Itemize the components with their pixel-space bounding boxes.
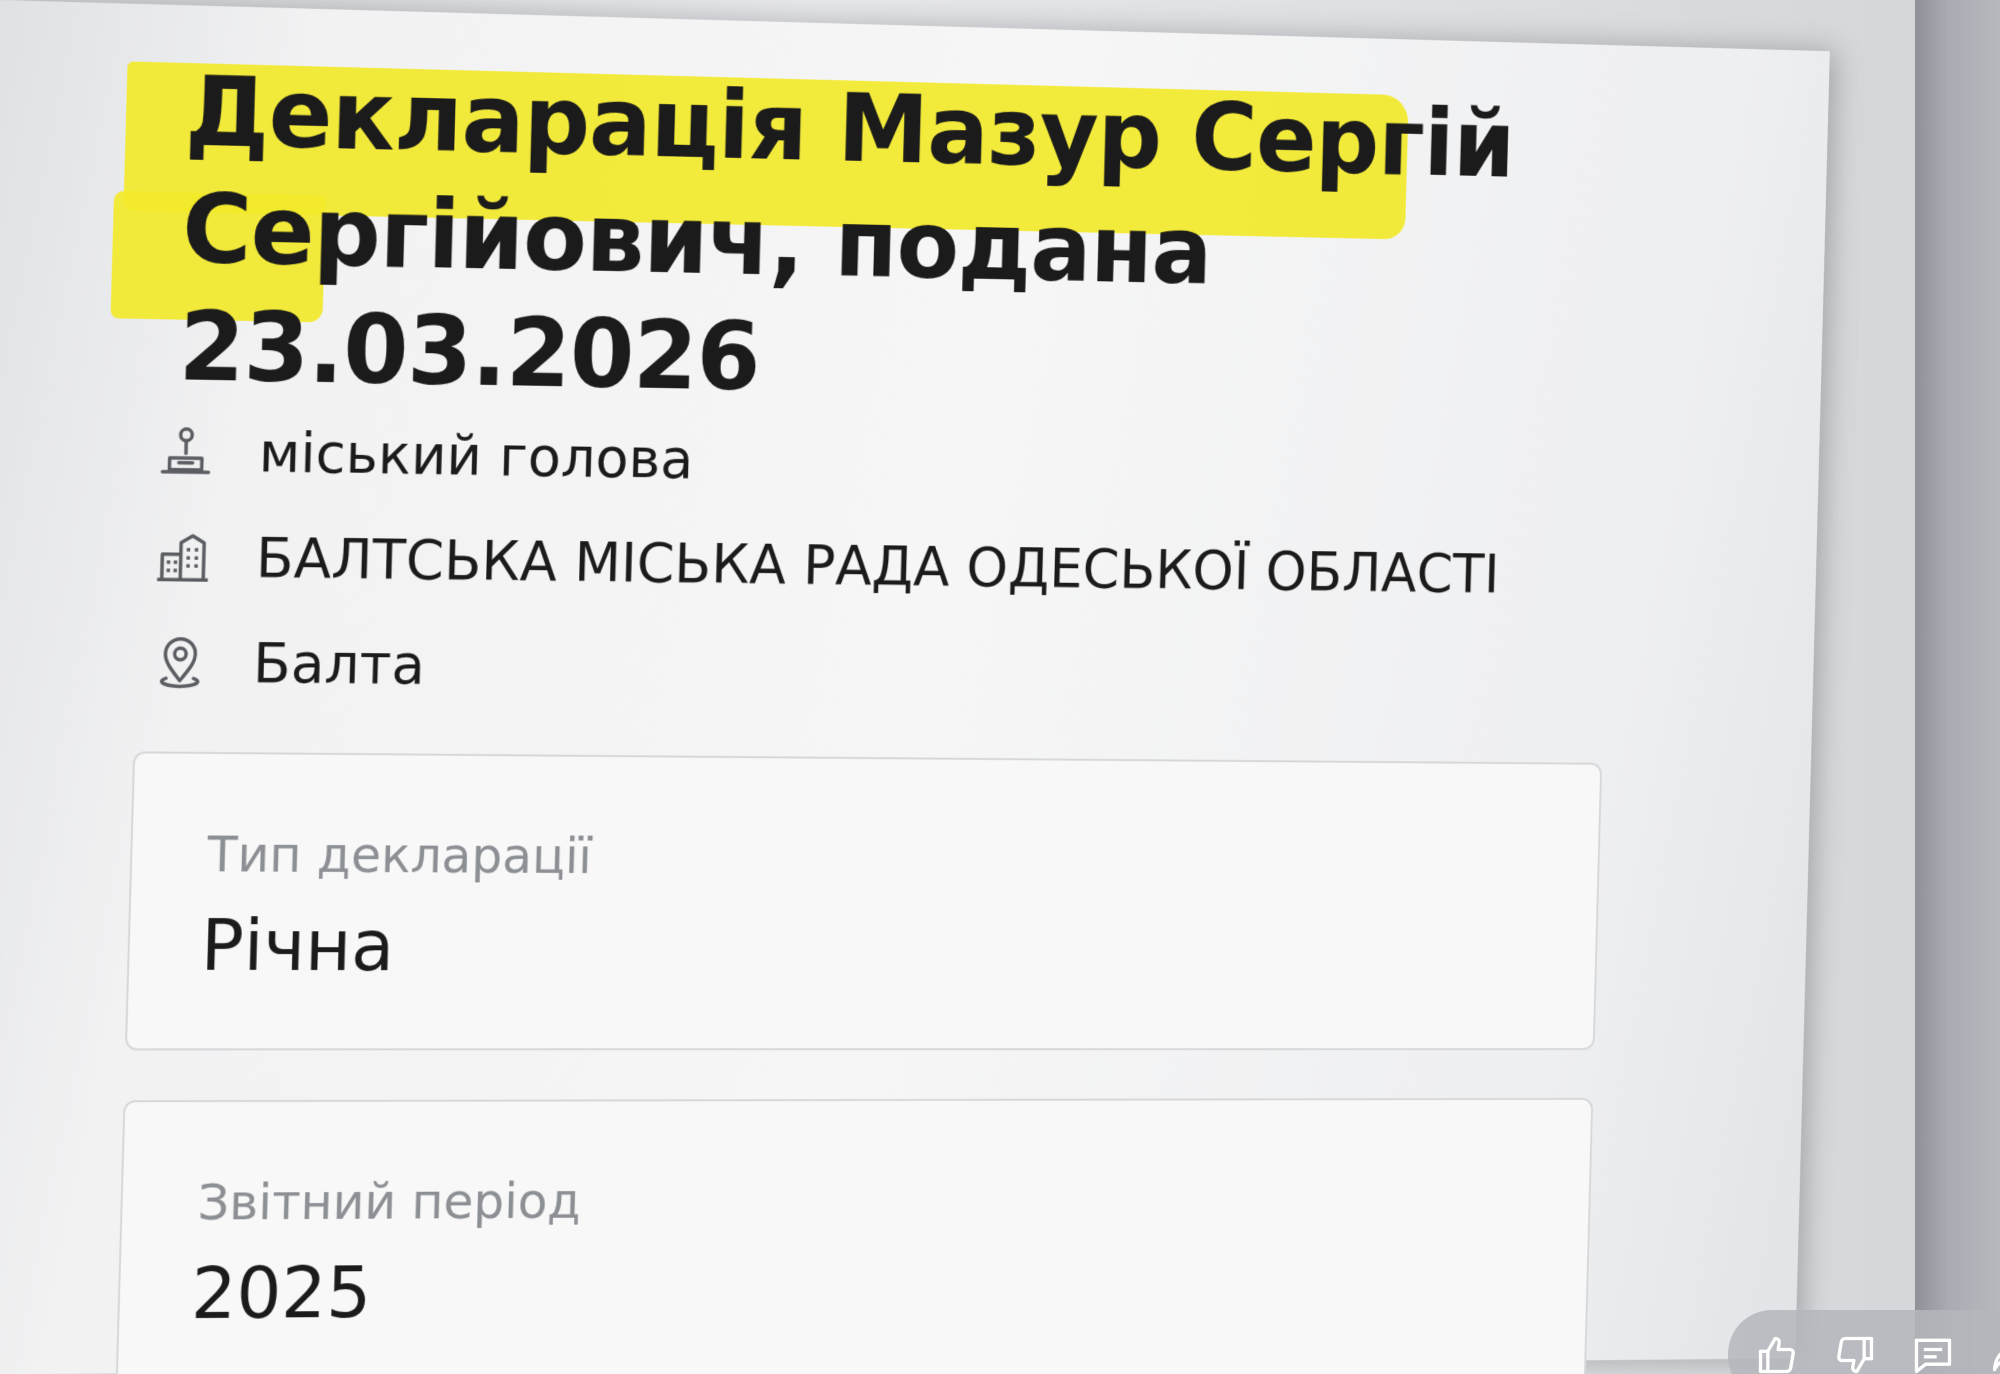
person-badge-icon [156, 421, 217, 482]
reporting-period-label: Звітний період [196, 1172, 582, 1232]
map-pin-icon [150, 632, 211, 692]
thumbs-up-icon[interactable] [1752, 1330, 1802, 1374]
declarant-meta: міський голова БАЛТСЬКА МІСЬКА РАДА ОДЕС… [149, 398, 1503, 727]
declaration-page: Декларація Мазур Сергій Сергійович, пода… [0, 0, 1830, 1374]
share-icon[interactable] [1986, 1330, 2000, 1374]
reporting-period-value: 2025 [190, 1250, 373, 1336]
position-text: міський голова [258, 420, 695, 492]
city-text: Балта [252, 630, 426, 697]
page-title: Декларація Мазур Сергій Сергійович, пода… [177, 56, 1516, 413]
video-actions-bar [1728, 1310, 2000, 1374]
organization-row: БАЛТСЬКА МІСЬКА РАДА ОДЕСЬКОЇ ОБЛАСТІ [152, 503, 1501, 624]
reporting-period-card: Звітний період 2025 [115, 1097, 1594, 1374]
declaration-type-value: Річна [199, 903, 396, 987]
comment-icon[interactable] [1908, 1330, 1958, 1374]
declaration-type-label: Тип декларації [206, 825, 593, 885]
organization-text: БАЛТСЬКА МІСЬКА РАДА ОДЕСЬКОЇ ОБЛАСТІ [255, 525, 1501, 606]
thumbs-down-icon[interactable] [1830, 1330, 1880, 1374]
city-row: Балта [149, 609, 1498, 726]
declaration-type-card: Тип декларації Річна [124, 751, 1603, 1051]
building-icon [153, 526, 214, 586]
background-edge [1915, 0, 2000, 1374]
screen: Декларація Мазур Сергій Сергійович, пода… [0, 0, 2000, 1374]
title-block: Декларація Мазур Сергій Сергійович, пода… [110, 53, 1556, 429]
